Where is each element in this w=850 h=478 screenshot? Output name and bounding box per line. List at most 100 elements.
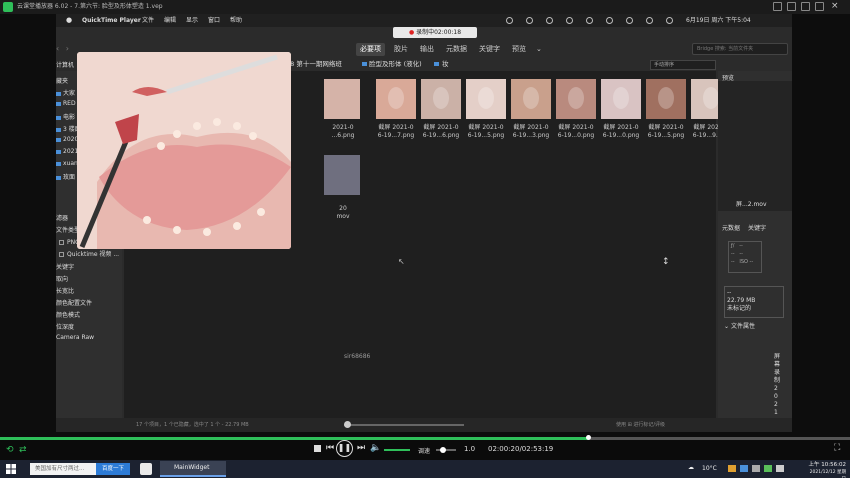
thumbnail-face	[478, 87, 494, 109]
previous-button[interactable]: ⏮	[326, 443, 334, 453]
path-segment[interactable]: 脸型及形体 (液化)	[369, 58, 422, 71]
pause-button[interactable]: ❚❚	[336, 440, 353, 457]
bluetooth-icon[interactable]	[606, 17, 613, 24]
screen: 云课堂播放器 6.02 - 7.第六节: 脸型及形体塑造 1.vep × ● Q…	[0, 0, 850, 478]
clock[interactable]: 上午 10:56:02 2021/12/12 星期日	[806, 462, 846, 478]
sort-select[interactable]: 手动排序	[650, 60, 716, 70]
folder-item[interactable]: 电影	[56, 112, 75, 121]
label-text: 未标记的	[727, 305, 752, 312]
tab-output[interactable]: 输出	[416, 43, 438, 56]
thumbnail[interactable]	[601, 79, 641, 119]
speed-knob[interactable]	[440, 447, 446, 453]
thumbnail[interactable]	[466, 79, 506, 119]
apple-icon[interactable]: ●	[66, 14, 72, 27]
menu-file[interactable]: 文件	[142, 14, 154, 27]
maximize-button[interactable]	[815, 2, 824, 11]
back-icon[interactable]: ‹	[56, 44, 59, 53]
taskbar-search-input[interactable]: 美国加有尺寸两过...	[30, 463, 100, 475]
tray-icon[interactable]	[728, 465, 736, 472]
filter-color-mode[interactable]: 颜色模式	[56, 310, 80, 319]
app-menu[interactable]: QuickTime Player	[82, 14, 141, 27]
folder-item[interactable]: 2021	[56, 148, 78, 155]
folder-item[interactable]: 2020	[56, 136, 78, 143]
weather-temp[interactable]: 10°C	[702, 465, 717, 472]
pin-icon[interactable]	[773, 2, 782, 11]
status-icon[interactable]	[546, 17, 553, 24]
fullscreen-icon[interactable]: ⛶	[834, 443, 840, 453]
resize-cursor-icon: ↕	[662, 257, 670, 267]
filter-orientation[interactable]: 取向	[56, 274, 68, 283]
app-icon[interactable]	[140, 463, 152, 475]
path-segment[interactable]: 08 第十一期网络班	[286, 58, 342, 71]
status-icon[interactable]	[566, 17, 573, 24]
checkbox[interactable]	[59, 240, 64, 245]
cursor-icon: ↖	[398, 257, 405, 266]
tab-keywords[interactable]: 关键字	[475, 43, 504, 56]
folder-icon	[56, 91, 61, 96]
close-button[interactable]: ×	[831, 1, 839, 12]
stop-button[interactable]	[314, 445, 321, 452]
volume-slider[interactable]	[384, 449, 410, 451]
checkbox[interactable]	[59, 252, 64, 257]
tabs-more-chevron-icon[interactable]: ⌄	[532, 43, 546, 56]
filter-aspect[interactable]: 长宽比	[56, 286, 74, 295]
folder-item[interactable]: RED	[56, 100, 76, 107]
tab-metadata[interactable]: 元数据	[442, 43, 471, 56]
screen-icon[interactable]	[787, 2, 796, 11]
volume-icon[interactable]: 🔈	[370, 443, 381, 453]
tab-essentials[interactable]: 必要项	[356, 43, 385, 56]
menu-edit[interactable]: 编辑	[164, 14, 176, 27]
forward-icon[interactable]: ›	[66, 44, 69, 53]
thumbnail-caption: 截屏 2021-0 6-19...6.png	[422, 124, 460, 139]
tab-preview[interactable]: 预览	[508, 43, 530, 56]
tray-icon[interactable]	[776, 465, 784, 472]
slider-knob[interactable]	[344, 421, 351, 428]
filter-quicktime[interactable]: Quicktime 视频 ...	[59, 249, 119, 258]
tab-metadata-panel[interactable]: 元数据	[722, 223, 740, 232]
filter-bit-depth[interactable]: 位深度	[56, 322, 74, 331]
next-button[interactable]: ⏭	[357, 443, 365, 453]
folder-item[interactable]: 玫面	[56, 172, 75, 181]
tray-icon[interactable]	[740, 465, 748, 472]
minimize-button[interactable]	[801, 2, 810, 11]
taskbar-task-mainwidget[interactable]: MainWidget	[160, 461, 226, 477]
weather-icon[interactable]: ☁	[688, 464, 694, 471]
baidu-search-button[interactable]: 百度一下	[96, 463, 130, 475]
tray-icon[interactable]	[752, 465, 760, 472]
status-icon[interactable]	[586, 17, 593, 24]
menu-help[interactable]: 帮助	[230, 14, 242, 27]
status-icon[interactable]	[506, 17, 513, 24]
folder-item[interactable]: 大家	[56, 88, 75, 97]
thumbnail[interactable]	[556, 79, 596, 119]
search-icon[interactable]	[646, 17, 653, 24]
speed-slider[interactable]	[436, 447, 456, 453]
thumbnail[interactable]	[324, 79, 360, 119]
search-input[interactable]: Bridge 搜索: 当前文件夹	[692, 43, 788, 55]
menu-clock[interactable]: 6月19日 周六 下午5:04	[686, 14, 751, 27]
wifi-icon[interactable]	[626, 17, 633, 24]
tab-filmstrip[interactable]: 胶片	[390, 43, 412, 56]
windows-start-icon[interactable]	[6, 464, 16, 474]
file-properties-header[interactable]: ⌄ 文件属性	[724, 321, 755, 330]
folder-item[interactable]: xuan	[56, 160, 78, 167]
vertical-file-name: 屏幕录制2021	[774, 353, 781, 416]
video-thumbnail[interactable]	[324, 155, 360, 195]
control-center-icon[interactable]	[666, 17, 673, 24]
loop-icon[interactable]: ⇄	[19, 445, 27, 455]
status-icon[interactable]	[526, 17, 533, 24]
tab-keywords-panel[interactable]: 关键字	[748, 223, 766, 232]
filter-camera-raw[interactable]: Camera Raw	[56, 334, 94, 341]
path-segment[interactable]: 妆	[442, 58, 449, 71]
thumbnail[interactable]	[646, 79, 686, 119]
menu-view[interactable]: 显示	[186, 14, 198, 27]
thumbnail[interactable]	[421, 79, 461, 119]
thumbnail-zoom-slider[interactable]	[344, 421, 464, 428]
filter-keywords[interactable]: 关键字	[56, 262, 74, 271]
filter-color-profile[interactable]: 颜色配置文件	[56, 298, 92, 307]
menu-window[interactable]: 窗口	[208, 14, 220, 27]
tray-icon[interactable]	[764, 465, 772, 472]
thumbnail[interactable]	[376, 79, 416, 119]
repeat-icon[interactable]: ⟲	[6, 445, 14, 455]
computer-item[interactable]: 计算机	[56, 60, 74, 69]
thumbnail[interactable]	[511, 79, 551, 119]
